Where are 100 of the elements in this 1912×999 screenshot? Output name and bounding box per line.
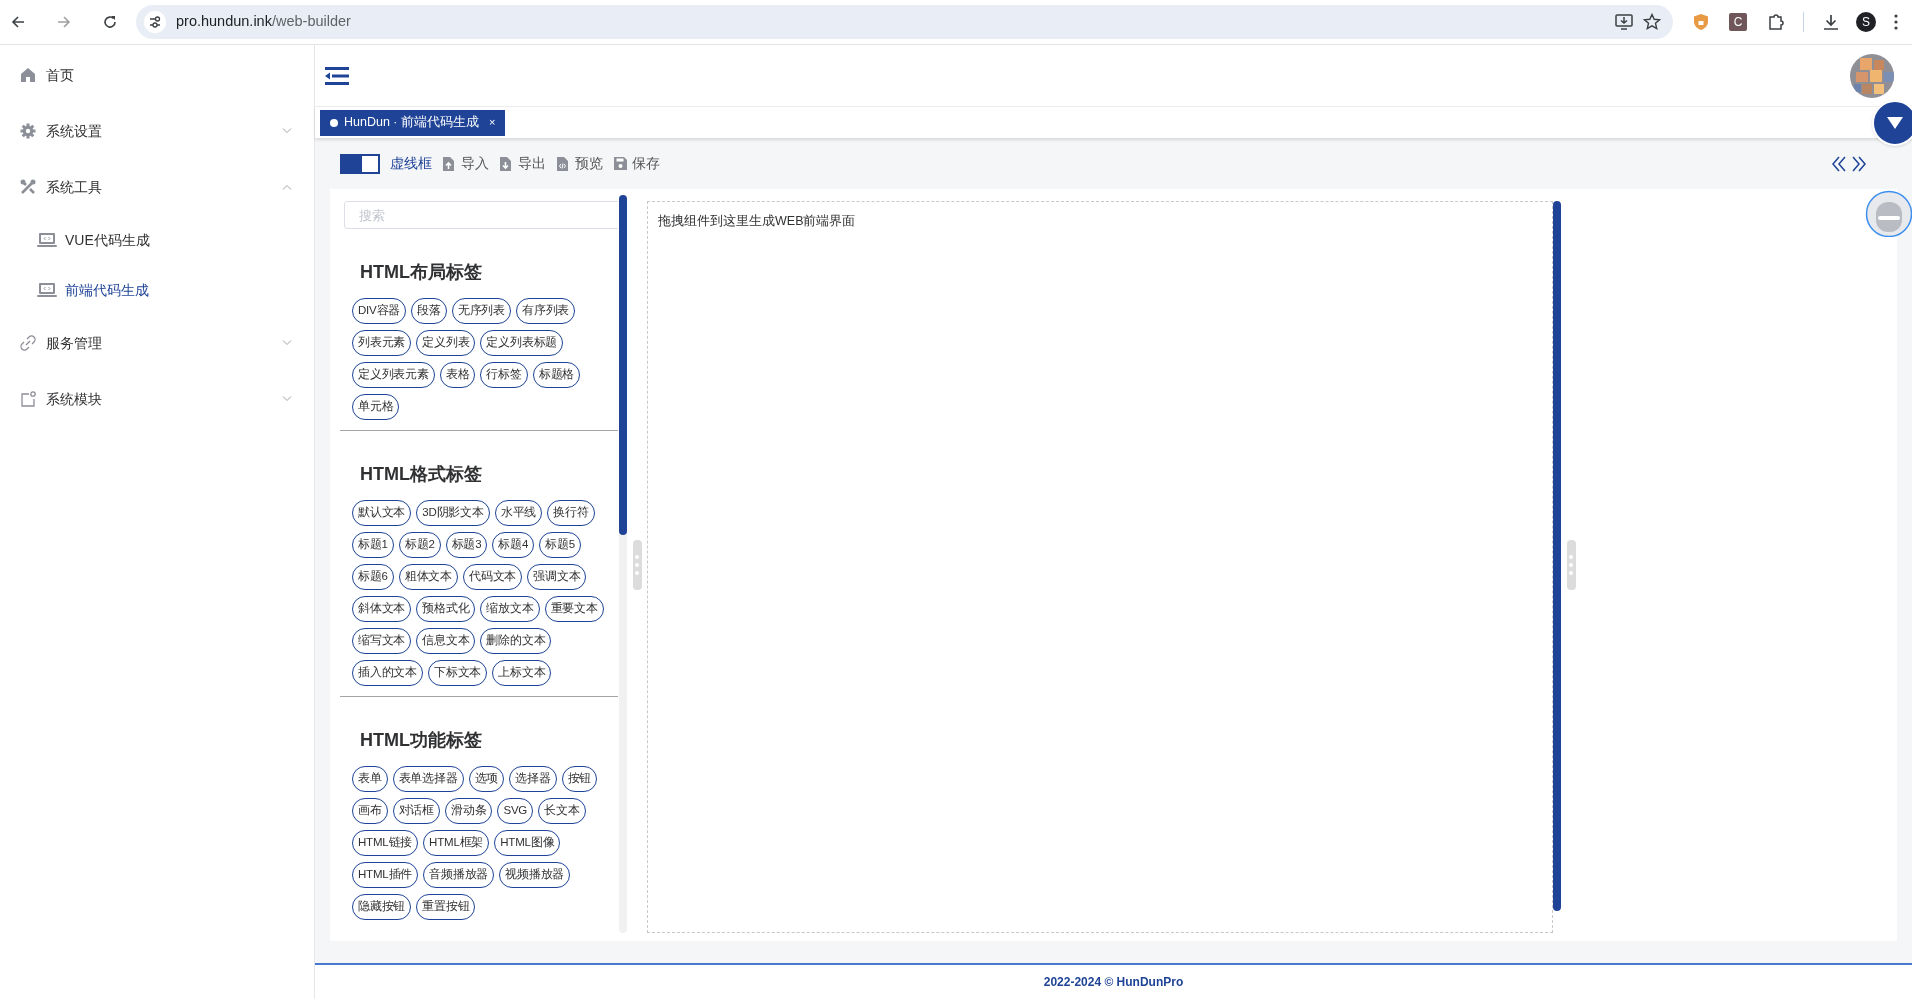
settings-icon <box>20 123 36 139</box>
component-tag[interactable]: 水平线 <box>494 500 543 526</box>
component-tag[interactable]: 无序列表 <box>451 298 511 324</box>
component-tag[interactable]: SVG <box>497 798 534 824</box>
component-tag[interactable]: 下标文本 <box>428 660 488 686</box>
component-tag[interactable]: 重要文本 <box>544 596 604 622</box>
component-tag[interactable]: 定义列表元素 <box>352 362 435 388</box>
extension-button[interactable]: C <box>1729 13 1747 31</box>
splitter-handle[interactable] <box>632 540 642 590</box>
component-tag[interactable]: HTML图像 <box>494 830 561 856</box>
component-tag[interactable]: 对话框 <box>392 798 440 824</box>
component-tag[interactable]: 代码文本 <box>463 564 523 590</box>
menu-fold-icon[interactable] <box>325 65 349 86</box>
url-text: pro.hundun.ink/web-builder <box>176 12 352 32</box>
component-tag[interactable]: 画布 <box>352 798 388 824</box>
toolbar-button[interactable]: 保存 <box>613 153 660 174</box>
component-tag[interactable]: 有序列表 <box>516 298 576 324</box>
component-tag[interactable]: 标题6 <box>352 564 394 590</box>
toolbar-button[interactable]: 预览 <box>556 153 603 174</box>
toggle-label: 虚线框 <box>390 154 432 173</box>
component-tag[interactable]: 删除的文本 <box>480 628 552 654</box>
component-tag[interactable]: 表单选择器 <box>392 766 464 792</box>
component-tag[interactable]: 音频播放器 <box>423 862 495 888</box>
component-tag[interactable]: 预格式化 <box>416 596 476 622</box>
home-icon <box>20 67 36 83</box>
component-tag[interactable]: 行标签 <box>480 362 528 388</box>
laptop-code-icon <box>37 282 57 298</box>
component-tag[interactable]: 插入的文本 <box>352 660 423 686</box>
back-icon[interactable] <box>10 14 26 30</box>
section-heading: HTML功能标签 <box>359 729 483 752</box>
component-tag[interactable]: 长文本 <box>538 798 586 824</box>
sidebar-item[interactable]: 首页 <box>0 47 314 103</box>
component-tag[interactable]: HTML插件 <box>352 862 419 888</box>
component-tag[interactable]: 定义列表 <box>416 330 476 356</box>
component-tag[interactable]: 标题2 <box>398 532 441 558</box>
component-tag[interactable]: 换行符 <box>547 500 595 526</box>
component-tag[interactable]: 隐藏按钮 <box>352 894 412 920</box>
component-tag[interactable]: 上标文本 <box>492 660 552 686</box>
sidebar-item[interactable]: 系统设置 <box>0 103 314 159</box>
component-tag[interactable]: 单元格 <box>352 394 400 420</box>
component-tag[interactable]: 缩写文本 <box>352 628 412 654</box>
sidebar-item[interactable]: 系统工具 <box>0 159 314 215</box>
robot-avatar[interactable] <box>1865 190 1912 237</box>
module-icon <box>20 391 36 407</box>
double-chevron-left-icon[interactable] <box>1831 155 1847 172</box>
component-tag[interactable]: 按钮 <box>561 766 598 792</box>
component-tag[interactable]: 强调文本 <box>527 564 587 590</box>
component-tag[interactable]: 重置按钮 <box>416 894 476 920</box>
section-heading: HTML格式标签 <box>359 463 483 486</box>
component-tag[interactable]: 默认文本 <box>352 500 412 526</box>
component-tag[interactable]: 斜体文本 <box>352 596 412 622</box>
component-tag[interactable]: 缩放文本 <box>480 596 540 622</box>
download-icon[interactable] <box>1822 13 1840 31</box>
component-tag[interactable]: 标题格 <box>532 362 581 388</box>
chevron-down-icon <box>282 396 292 402</box>
scrollbar[interactable] <box>1553 201 1561 911</box>
component-tag[interactable]: 选项 <box>468 766 505 792</box>
component-tag[interactable]: 信息文本 <box>416 628 476 654</box>
component-tag[interactable]: HTML框架 <box>423 830 490 856</box>
file-code-icon <box>556 155 571 172</box>
address-bar[interactable]: pro.hundun.ink/web-builder <box>136 5 1673 39</box>
component-tag[interactable]: 列表元素 <box>352 330 412 356</box>
install-app-icon[interactable] <box>1615 14 1633 30</box>
reload-icon[interactable] <box>102 14 118 30</box>
tab[interactable]: HunDun · 前端代码生成 × <box>320 109 506 136</box>
component-tag[interactable]: 选择器 <box>509 766 557 792</box>
toolbar-button[interactable]: 导入 <box>442 153 489 174</box>
extensions-puzzle-icon[interactable] <box>1767 13 1785 31</box>
component-tag[interactable]: 标题1 <box>352 532 394 558</box>
toolbar-button[interactable]: 导出 <box>499 153 546 174</box>
component-tag[interactable]: 粗体文本 <box>398 564 458 590</box>
component-tag[interactable]: 表格 <box>439 362 476 388</box>
forward-icon[interactable] <box>56 14 72 30</box>
sidebar-subitem[interactable]: 前端代码生成 <box>0 265 314 315</box>
component-tag[interactable]: 3D阴影文本 <box>416 500 490 526</box>
component-tag[interactable]: 滑动条 <box>445 798 493 824</box>
component-tag[interactable]: 视频播放器 <box>499 862 571 888</box>
component-tag[interactable]: 定义列表标题 <box>480 330 564 356</box>
close-tab-button[interactable]: × <box>489 114 496 131</box>
sidebar-item[interactable]: 系统模块 <box>0 371 314 427</box>
component-tag[interactable]: DIV容器 <box>352 298 407 324</box>
component-tag[interactable]: 标题5 <box>539 532 581 558</box>
footer-text: 2022-2024 © HunDunPro <box>1043 974 1184 991</box>
component-tag[interactable]: 段落 <box>411 298 447 324</box>
component-tag[interactable]: 标题3 <box>445 532 488 558</box>
more-menu-icon[interactable] <box>1894 14 1898 30</box>
bookmark-star-icon[interactable] <box>1643 13 1661 31</box>
sidebar-subitem[interactable]: VUE代码生成 <box>0 215 314 265</box>
sidebar-item[interactable]: 服务管理 <box>0 315 314 371</box>
component-tag[interactable]: HTML链接 <box>352 830 419 856</box>
splitter-handle[interactable] <box>1566 540 1576 590</box>
toggle-switch[interactable] <box>340 153 380 174</box>
scrollbar[interactable] <box>619 195 627 933</box>
double-chevron-right-icon[interactable] <box>1851 155 1867 172</box>
profile-avatar[interactable]: S <box>1856 12 1876 32</box>
search-field[interactable]: 搜索 <box>344 201 618 229</box>
site-settings-icon[interactable] <box>144 11 166 33</box>
component-tag[interactable]: 表单 <box>352 766 388 792</box>
canvas-hint: 拖拽组件到这里生成WEB前端界面 <box>658 213 857 230</box>
component-tag[interactable]: 标题4 <box>492 532 535 558</box>
